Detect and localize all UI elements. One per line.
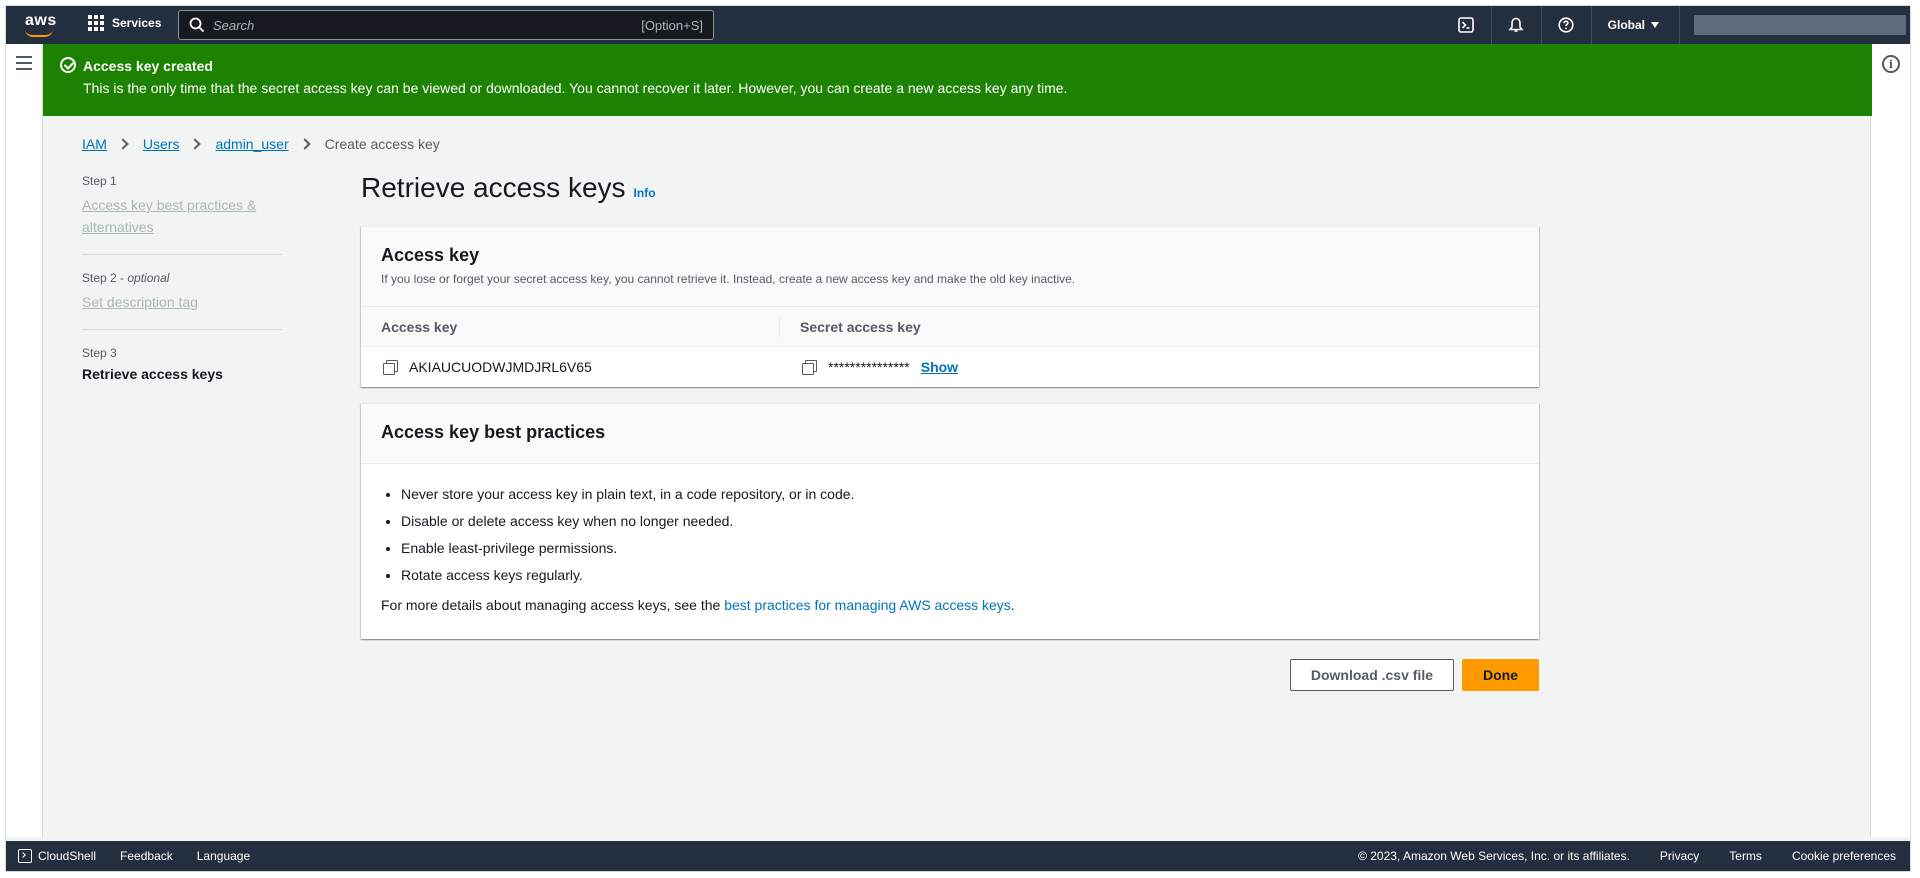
cloudshell-button[interactable] xyxy=(1441,6,1491,44)
cloudshell-icon xyxy=(1457,17,1474,33)
access-key-panel-header: Access key If you lose or forget your se… xyxy=(361,227,1539,307)
panel-title: Access key xyxy=(381,245,480,265)
breadcrumb-admin-user[interactable]: admin_user xyxy=(215,136,288,152)
step-2-link[interactable]: Set description tag xyxy=(82,291,282,313)
step-2: Step 2 - optional Set description tag xyxy=(82,271,282,330)
footer-right: © 2023, Amazon Web Services, Inc. or its… xyxy=(1358,849,1910,863)
console-window: aws Services [Option+S] Global xyxy=(5,5,1911,872)
list-item: Never store your access key in plain tex… xyxy=(401,486,1519,502)
best-practices-panel: Access key best practices Never store yo… xyxy=(361,403,1539,639)
help-button[interactable] xyxy=(1540,6,1591,44)
list-item: Enable least-privilege permissions. xyxy=(401,540,1519,556)
bell-icon xyxy=(1508,17,1524,32)
grid-icon xyxy=(88,15,104,31)
best-practices-panel-header: Access key best practices xyxy=(361,404,1539,464)
list-item: Disable or delete access key when no lon… xyxy=(401,513,1519,529)
chevron-right-icon xyxy=(189,138,202,150)
keys-table-header: Access key Secret access key xyxy=(361,307,1539,347)
col-header-secret-key: Secret access key xyxy=(800,318,921,335)
nav-right-group: Global xyxy=(1441,6,1910,44)
step-3-current: Retrieve access keys xyxy=(82,366,223,382)
hamburger-menu-icon[interactable] xyxy=(16,56,32,70)
access-key-value: AKIAUCUODWJMDJRL6V65 xyxy=(409,359,592,375)
best-practices-body: Never store your access key in plain tex… xyxy=(361,464,1539,639)
help-icon xyxy=(1558,17,1574,33)
secret-key-cell: *************** Show xyxy=(780,359,958,375)
success-check-icon xyxy=(60,57,76,73)
breadcrumb-users[interactable]: Users xyxy=(143,136,180,152)
page-header: Retrieve access keys Info xyxy=(361,172,1539,204)
main-content: Retrieve access keys Info Access key If … xyxy=(361,172,1539,691)
step-optional-label: optional xyxy=(127,271,170,285)
breadcrumb-current: Create access key xyxy=(324,136,440,152)
footer-privacy-link[interactable]: Privacy xyxy=(1660,849,1699,863)
step-1: Step 1 Access key best practices & alter… xyxy=(82,174,282,255)
services-menu-button[interactable]: Services xyxy=(88,15,161,31)
done-button[interactable]: Done xyxy=(1462,659,1539,691)
secret-key-masked: *************** xyxy=(828,359,910,375)
aws-logo[interactable]: aws xyxy=(22,12,56,38)
footer-cloudshell-label: CloudShell xyxy=(38,849,97,863)
more-details-text: For more details about managing access k… xyxy=(381,597,1015,613)
footer: CloudShell Feedback Language © 2023, Ama… xyxy=(6,841,1910,871)
col-header-access-key: Access key xyxy=(361,316,780,337)
search-icon xyxy=(189,17,205,33)
top-nav: aws Services [Option+S] Global xyxy=(6,6,1910,44)
aws-logo-text: aws xyxy=(25,12,57,29)
region-selector[interactable]: Global xyxy=(1590,6,1680,44)
chevron-right-icon xyxy=(117,138,129,150)
step-number: Step 3 xyxy=(82,346,117,360)
info-link[interactable]: Info xyxy=(634,186,656,200)
left-gutter xyxy=(6,44,43,837)
access-key-panel: Access key If you lose or forget your se… xyxy=(361,226,1539,387)
page-title: Retrieve access keys xyxy=(361,172,626,203)
footer-terms-link[interactable]: Terms xyxy=(1729,849,1762,863)
services-label: Services xyxy=(112,16,162,30)
region-label: Global xyxy=(1607,18,1645,32)
flash-message: This is the only time that the secret ac… xyxy=(83,80,1068,96)
show-secret-link[interactable]: Show xyxy=(921,359,958,375)
flash-title: Access key created xyxy=(83,58,213,74)
copy-icon[interactable] xyxy=(802,360,817,375)
copy-icon[interactable] xyxy=(383,360,398,375)
breadcrumb: IAM Users admin_user Create access key xyxy=(82,136,440,152)
caret-down-icon xyxy=(1651,22,1659,28)
account-menu[interactable] xyxy=(1694,15,1906,35)
notifications-button[interactable] xyxy=(1490,6,1541,44)
table-row: AKIAUCUODWJMDJRL6V65 *************** Sho… xyxy=(361,347,1539,387)
access-key-cell: AKIAUCUODWJMDJRL6V65 xyxy=(361,359,780,375)
footer-copyright: © 2023, Amazon Web Services, Inc. or its… xyxy=(1358,849,1630,863)
search-shortcut-hint: [Option+S] xyxy=(641,17,703,33)
panel-title: Access key best practices xyxy=(381,422,606,442)
keys-table: Access key Secret access key AKIAUCUODWJ… xyxy=(361,307,1539,387)
best-practices-list: Never store your access key in plain tex… xyxy=(401,486,1519,583)
footer-left: CloudShell Feedback Language xyxy=(6,849,250,863)
step-1-link[interactable]: Access key best practices & alternatives xyxy=(82,194,282,238)
panel-description: If you lose or forget your secret access… xyxy=(381,272,1076,286)
aws-smile-icon xyxy=(25,29,53,37)
breadcrumb-iam[interactable]: IAM xyxy=(82,136,107,152)
footer-cloudshell-button[interactable]: CloudShell xyxy=(18,849,96,863)
list-item: Rotate access keys regularly. xyxy=(401,567,1519,583)
footer-feedback-link[interactable]: Feedback xyxy=(120,849,173,863)
form-actions: Download .csv file Done xyxy=(361,659,1539,691)
cloudshell-icon xyxy=(18,849,32,863)
step-number: Step 1 xyxy=(82,174,117,188)
chevron-right-icon xyxy=(298,138,311,150)
search-box[interactable]: [Option+S] xyxy=(178,10,714,40)
right-gutter: i xyxy=(1870,44,1910,837)
download-csv-button[interactable]: Download .csv file xyxy=(1289,659,1454,691)
info-panel-icon[interactable]: i xyxy=(1882,55,1900,73)
search-input[interactable] xyxy=(213,17,603,33)
success-flash-banner: Access key created This is the only time… xyxy=(43,44,1872,116)
footer-cookie-preferences-link[interactable]: Cookie preferences xyxy=(1792,849,1896,863)
step-number: Step 2 - optional xyxy=(82,271,170,285)
footer-language-link[interactable]: Language xyxy=(197,849,250,863)
wizard-steps: Step 1 Access key best practices & alter… xyxy=(82,174,282,414)
step-3: Step 3 Retrieve access keys xyxy=(82,346,282,398)
best-practices-link[interactable]: best practices for managing AWS access k… xyxy=(724,597,1011,613)
